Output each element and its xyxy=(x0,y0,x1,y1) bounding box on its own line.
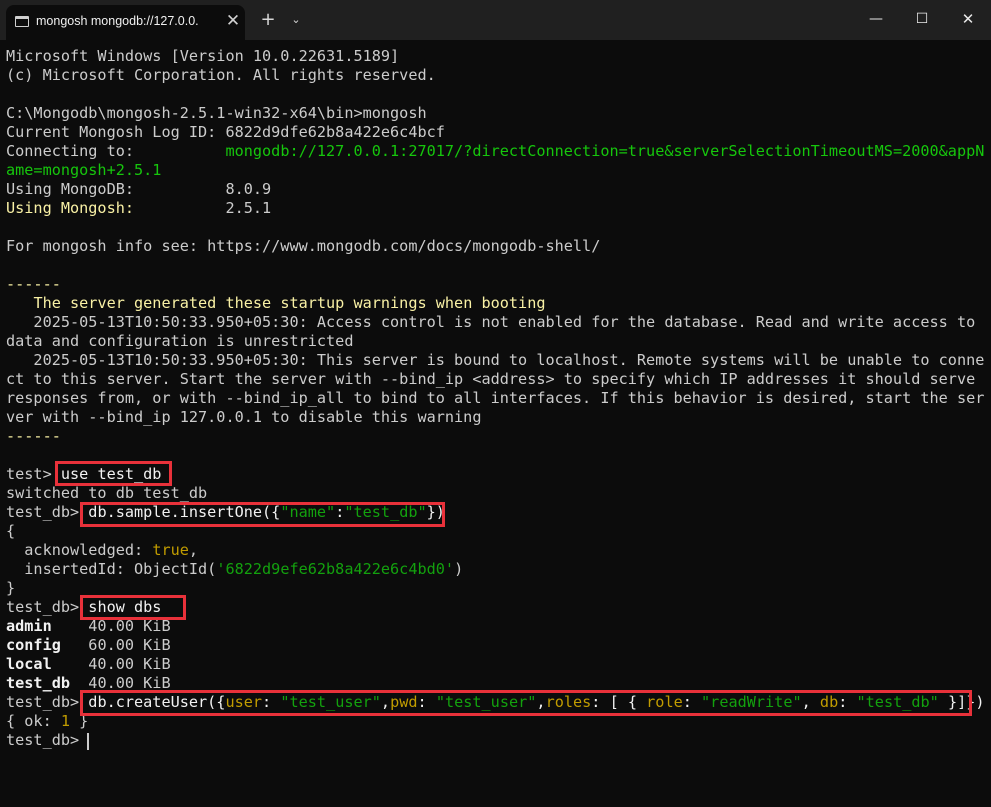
line-segment: ver with --bind_ip 127.0.0.1 to disable … xyxy=(6,408,482,426)
line-segment: Using Mongosh: xyxy=(6,199,135,217)
terminal-line: config 60.00 KiB xyxy=(6,636,991,655)
terminal-line: data and configuration is unrestricted xyxy=(6,332,991,351)
text-cursor xyxy=(87,733,89,750)
terminal-line: local 40.00 KiB xyxy=(6,655,991,674)
line-segment: local xyxy=(6,655,52,673)
terminal-line: Using MongoDB: 8.0.9 xyxy=(6,180,991,199)
line-segment: 2.5.1 xyxy=(134,199,272,217)
terminal-line: ct to this server. Start the server with… xyxy=(6,370,991,389)
highlight-create-user-command xyxy=(80,690,972,716)
line-segment: 1 xyxy=(60,712,71,730)
terminal-line: ------ xyxy=(6,427,991,446)
terminal-line: test_db> xyxy=(6,731,991,750)
terminal-line: Current Mongosh Log ID: 6822d9dfe62b8a42… xyxy=(6,123,991,142)
line-segment: 2025-05-13T10:50:33.950+05:30: Access co… xyxy=(6,313,976,331)
new-tab-button[interactable]: + xyxy=(256,8,280,32)
line-segment: (c) Microsoft Corporation. All rights re… xyxy=(6,66,436,84)
terminal-lines: Microsoft Windows [Version 10.0.22631.51… xyxy=(6,47,991,750)
line-segment: test_db> xyxy=(6,693,89,711)
highlight-use-command xyxy=(55,461,172,486)
line-segment: The server generated these startup warni… xyxy=(33,294,546,312)
line-segment: Using MongoDB: 8.0.9 xyxy=(6,180,272,198)
terminal-line: Connecting to: mongodb://127.0.0.1:27017… xyxy=(6,142,991,161)
terminal-line: (c) Microsoft Corporation. All rights re… xyxy=(6,66,991,85)
line-segment: 40.00 KiB xyxy=(51,655,171,673)
line-segment: responses from, or with --bind_ip_all to… xyxy=(6,389,985,407)
terminal-line: ver with --bind_ip 127.0.0.1 to disable … xyxy=(6,408,991,427)
line-segment: test_db xyxy=(6,674,71,692)
line-segment: Current Mongosh Log ID: 6822d9dfe62b8a42… xyxy=(6,123,445,141)
line-segment: ) xyxy=(454,560,464,578)
terminal-line: Using Mongosh: 2.5.1 xyxy=(6,199,991,218)
highlight-show-dbs-command xyxy=(80,595,186,620)
line-segment: For mongosh info see: https://www.mongod… xyxy=(6,237,601,255)
line-segment: insertedId: ObjectId( xyxy=(6,560,217,578)
close-tab-icon[interactable]: ✕ xyxy=(223,11,243,31)
line-segment: C:\Mongodb\mongosh-2.5.1-win32-x64\bin>m… xyxy=(6,104,427,122)
line-segment: ------ xyxy=(6,427,61,445)
maximize-button[interactable]: ☐ xyxy=(899,0,945,38)
terminal-output[interactable]: Microsoft Windows [Version 10.0.22631.51… xyxy=(0,40,991,807)
line-segment: , xyxy=(188,541,199,559)
line-segment: ------ xyxy=(6,275,61,293)
line-segment: { xyxy=(6,522,16,540)
terminal-line: The server generated these startup warni… xyxy=(6,294,991,313)
line-segment: config xyxy=(6,636,61,654)
line-segment: test_db> xyxy=(6,598,89,616)
terminal-line: 2025-05-13T10:50:33.950+05:30: Access co… xyxy=(6,313,991,332)
chevron-down-icon[interactable]: ⌄ xyxy=(284,8,308,32)
line-segment: mongodb://127.0.0.1:27017/?directConnect… xyxy=(225,142,985,160)
line-segment: test> xyxy=(6,465,61,483)
line-segment: Connecting to: xyxy=(6,142,226,160)
line-segment: switched to db test_db xyxy=(6,484,208,502)
line-segment: Microsoft Windows [Version 10.0.22631.51… xyxy=(6,47,400,65)
title-bar: mongosh mongodb://127.0.0. ✕ + ⌄ — ☐ ✕ xyxy=(0,0,991,40)
line-segment xyxy=(6,294,33,312)
terminal-tab[interactable]: mongosh mongodb://127.0.0. ✕ xyxy=(6,5,245,40)
terminal-line: ------ xyxy=(6,275,991,294)
line-segment: test_db> xyxy=(6,503,89,521)
terminal-line: insertedId: ObjectId('6822d9efe62b8a422e… xyxy=(6,560,991,579)
terminal-line: switched to db test_db xyxy=(6,484,991,503)
line-segment: test_db> xyxy=(6,731,89,749)
terminal-icon xyxy=(15,16,29,27)
line-segment: true xyxy=(152,541,189,559)
line-segment: ame=mongosh+2.5.1 xyxy=(6,161,162,179)
terminal-line: acknowledged: true, xyxy=(6,541,991,560)
line-segment: acknowledged: xyxy=(6,541,153,559)
line-segment: 2025-05-13T10:50:33.950+05:30: This serv… xyxy=(6,351,985,369)
terminal-line: C:\Mongodb\mongosh-2.5.1-win32-x64\bin>m… xyxy=(6,104,991,123)
terminal-line: 2025-05-13T10:50:33.950+05:30: This serv… xyxy=(6,351,991,370)
terminal-line: responses from, or with --bind_ip_all to… xyxy=(6,389,991,408)
minimize-button[interactable]: — xyxy=(853,0,899,38)
terminal-line: Microsoft Windows [Version 10.0.22631.51… xyxy=(6,47,991,66)
line-segment: data and configuration is unrestricted xyxy=(6,332,354,350)
terminal-line: For mongosh info see: https://www.mongod… xyxy=(6,237,991,256)
terminal-line: ame=mongosh+2.5.1 xyxy=(6,161,991,180)
line-segment: '6822d9efe62b8a422e6c4bd0' xyxy=(216,560,455,578)
tab-title: mongosh mongodb://127.0.0. xyxy=(36,14,199,28)
line-segment: 60.00 KiB xyxy=(60,636,171,654)
highlight-insert-command xyxy=(80,502,445,527)
line-segment: admin xyxy=(6,617,52,635)
line-segment: ct to this server. Start the server with… xyxy=(6,370,976,388)
line-segment: { ok: xyxy=(6,712,61,730)
line-segment: } xyxy=(6,579,16,597)
close-window-button[interactable]: ✕ xyxy=(945,0,991,38)
